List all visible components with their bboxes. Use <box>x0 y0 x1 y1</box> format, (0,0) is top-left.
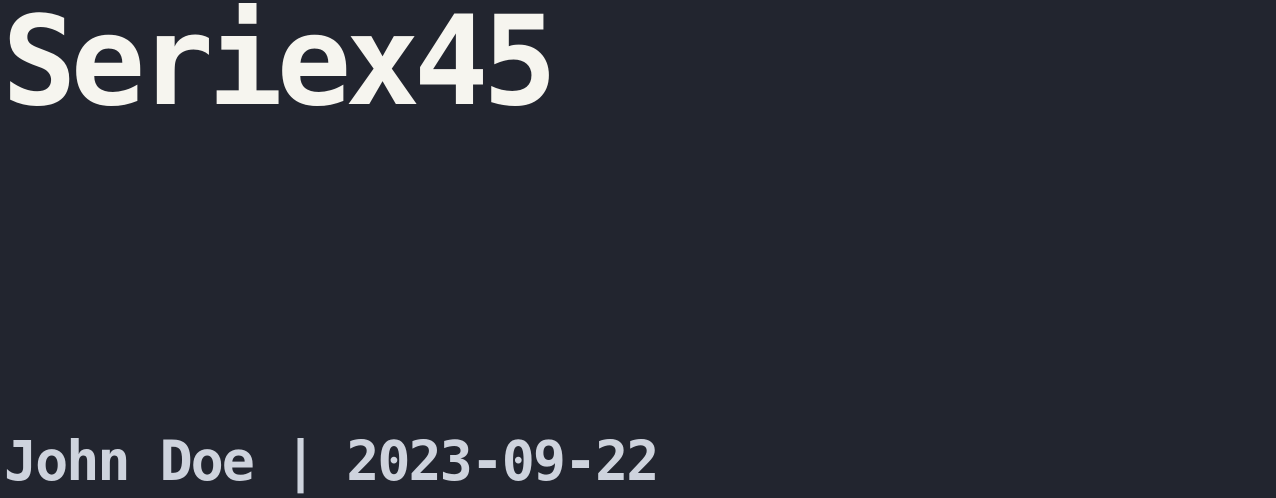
page-title: Seriex45 <box>2 0 557 134</box>
author-date-line: John Doe | 2023-09-22 <box>4 429 659 493</box>
